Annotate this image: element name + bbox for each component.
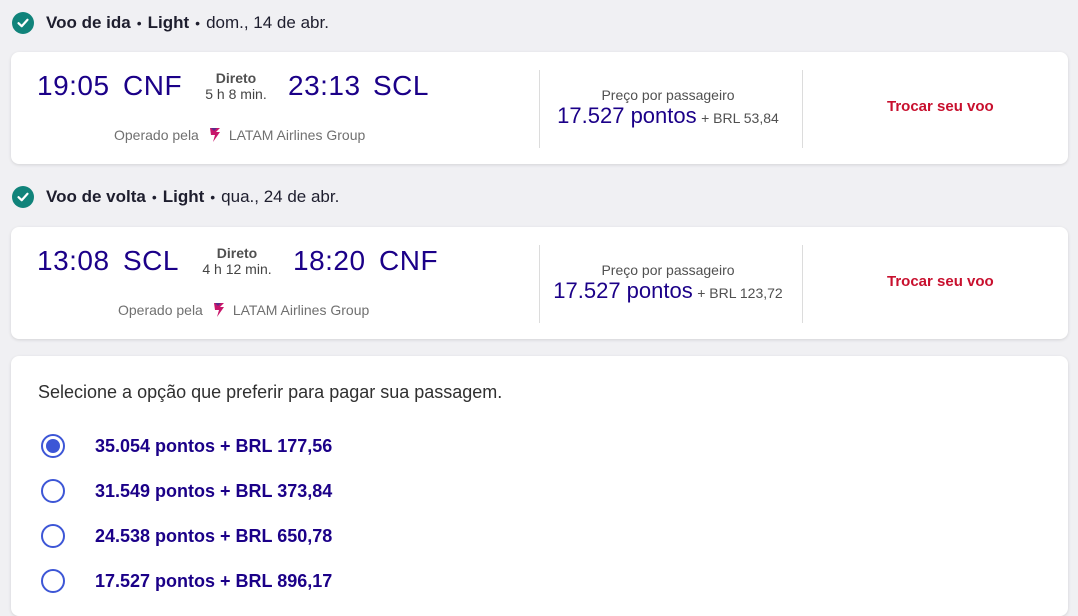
- price-label: Preço por passageiro: [601, 87, 735, 103]
- operated-label: Operado pela: [118, 302, 203, 318]
- outbound-fare: Light: [147, 13, 190, 32]
- return-date: qua., 24 de abr.: [221, 187, 340, 206]
- check-icon: [12, 186, 34, 208]
- separator-dot: •: [195, 15, 201, 31]
- departure-time: 13:08: [37, 245, 110, 276]
- airline-name: LATAM Airlines Group: [232, 302, 370, 318]
- outbound-title: Voo de ida: [46, 13, 131, 32]
- price-points: 17.527 pontos: [553, 278, 693, 303]
- arrival-airport: CNF: [379, 245, 439, 276]
- check-icon: [12, 12, 34, 34]
- flight-duration: Direto 4 h 12 min.: [192, 245, 282, 277]
- outbound-heading: Voo de ida • Light • dom., 14 de abr.: [12, 11, 329, 35]
- divider: [802, 70, 803, 148]
- payment-option-1[interactable]: 35.054 pontos + BRL 177,56: [41, 434, 332, 458]
- departure-airport: CNF: [123, 70, 183, 101]
- radio-button[interactable]: [41, 479, 65, 503]
- separator-dot: •: [210, 189, 216, 205]
- radio-button[interactable]: [41, 524, 65, 548]
- radio-selected-dot: [46, 439, 60, 453]
- price-brl: + BRL 123,72: [697, 285, 783, 301]
- payment-options-card: Selecione a opção que preferir para paga…: [11, 356, 1068, 616]
- radio-button[interactable]: [41, 569, 65, 593]
- operated-by: Operado pela LATAM Airlines Group: [118, 301, 369, 319]
- payment-title: Selecione a opção que preferir para paga…: [38, 382, 503, 402]
- payment-option-4[interactable]: 17.527 pontos + BRL 896,17: [41, 569, 332, 593]
- change-flight-button[interactable]: Trocar seu voo: [887, 98, 994, 115]
- arrival-time: 18:20: [293, 245, 366, 276]
- price-brl: + BRL 53,84: [701, 110, 779, 126]
- radio-button[interactable]: [41, 434, 65, 458]
- price-points: 17.527 pontos: [557, 103, 697, 128]
- payment-option-label: 17.527 pontos + BRL 896,17: [95, 570, 333, 591]
- return-fare: Light: [162, 187, 205, 206]
- stops-label: Direto: [216, 245, 258, 261]
- return-flight-card: 13:08 SCL Direto 4 h 12 min. 18:20 CNF O…: [11, 227, 1068, 339]
- outbound-flight-card: 19:05 CNF Direto 5 h 8 min. 23:13 SCL Op…: [11, 52, 1068, 164]
- payment-option-label: 24.538 pontos + BRL 650,78: [95, 525, 333, 546]
- price-label: Preço por passageiro: [601, 262, 735, 278]
- departure-time: 19:05: [37, 70, 110, 101]
- latam-logo-icon: [213, 301, 225, 319]
- outbound-date: dom., 14 de abr.: [206, 13, 329, 32]
- operated-by: Operado pela LATAM Airlines Group: [114, 126, 365, 144]
- airline-name: LATAM Airlines Group: [228, 127, 366, 143]
- separator-dot: •: [136, 15, 142, 31]
- payment-option-2[interactable]: 31.549 pontos + BRL 373,84: [41, 479, 332, 503]
- price: 17.527 pontos + BRL 53,84: [538, 103, 798, 129]
- change-flight-button[interactable]: Trocar seu voo: [887, 273, 994, 290]
- flight-duration: Direto 5 h 8 min.: [191, 70, 281, 102]
- payment-option-label: 35.054 pontos + BRL 177,56: [95, 435, 333, 456]
- departure-airport: SCL: [123, 245, 179, 276]
- return-heading: Voo de volta • Light • qua., 24 de abr.: [12, 185, 339, 209]
- separator-dot: •: [151, 189, 157, 205]
- arrival-time: 23:13: [288, 70, 361, 101]
- arrival-airport: SCL: [373, 70, 429, 101]
- payment-option-3[interactable]: 24.538 pontos + BRL 650,78: [41, 524, 332, 548]
- payment-option-label: 31.549 pontos + BRL 373,84: [95, 480, 333, 501]
- price: 17.527 pontos + BRL 123,72: [538, 278, 798, 304]
- return-title: Voo de volta: [46, 187, 146, 206]
- operated-label: Operado pela: [114, 127, 199, 143]
- latam-logo-icon: [209, 126, 221, 144]
- divider: [802, 245, 803, 323]
- stops-label: Direto: [215, 70, 257, 86]
- duration-value: 4 h 12 min.: [202, 261, 272, 277]
- duration-value: 5 h 8 min.: [205, 86, 267, 102]
